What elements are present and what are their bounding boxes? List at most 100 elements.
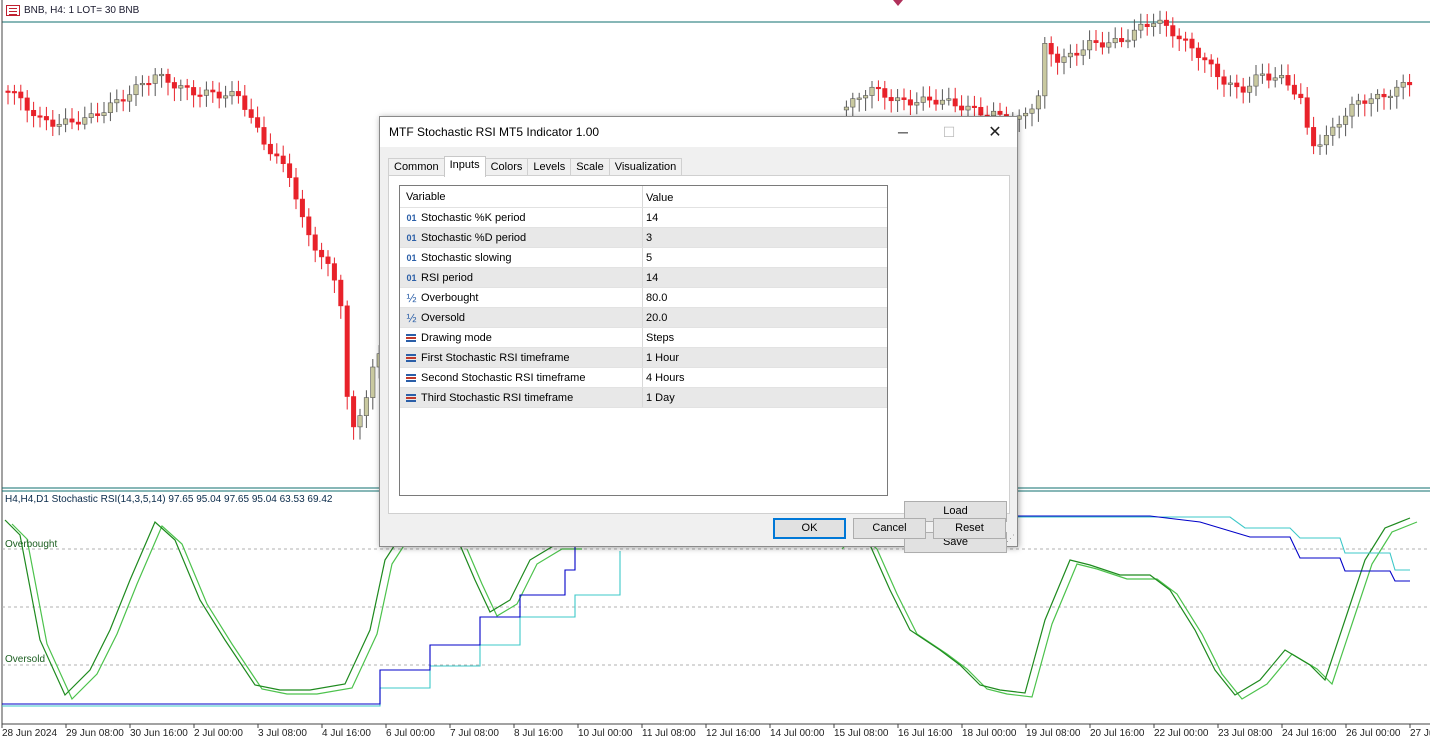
candle-body: [1279, 75, 1285, 79]
row-variable-label: Second Stochastic RSI timeframe: [421, 372, 586, 384]
candle-body: [1253, 74, 1259, 87]
row-value[interactable]: 14: [646, 208, 658, 228]
candle-body: [1304, 97, 1310, 128]
candle-body: [1023, 112, 1029, 117]
row-value[interactable]: 20.0: [646, 308, 667, 328]
candle-body: [1099, 42, 1105, 48]
time-axis-label: 27 Jul: [1410, 728, 1430, 739]
candle-body: [1400, 82, 1406, 88]
candle-body: [274, 153, 280, 157]
table-row[interactable]: Drawing mode Steps: [400, 328, 887, 348]
time-axis-label: 2 Jul 00:00: [194, 728, 243, 739]
table-row[interactable]: ½ Overbought 80.0: [400, 288, 887, 308]
candle-body: [997, 110, 1003, 115]
row-variable-label: Stochastic %D period: [421, 232, 527, 244]
candle-body: [133, 84, 139, 96]
candle-body: [344, 305, 350, 397]
row-variable: 01 RSI period: [406, 268, 473, 288]
candle-body: [1285, 75, 1291, 86]
candle-body: [255, 117, 261, 128]
candle-body: [1029, 108, 1035, 114]
candle-body: [56, 123, 62, 127]
candle-body: [203, 89, 209, 96]
row-value[interactable]: 14: [646, 268, 658, 288]
candle-body: [1125, 39, 1131, 43]
candle-body: [88, 113, 94, 118]
candle-body: [114, 99, 120, 104]
int-type-icon: 01: [406, 213, 417, 223]
minimize-icon[interactable]: ─: [880, 117, 926, 147]
row-variable-label: Stochastic slowing: [421, 252, 512, 264]
candle-body: [978, 106, 984, 116]
row-variable-label: First Stochastic RSI timeframe: [421, 352, 570, 364]
time-axis-label: 12 Jul 16:00: [706, 728, 761, 739]
table-row[interactable]: 01 Stochastic %D period 3: [400, 228, 887, 248]
candle-body: [920, 96, 926, 103]
dialog-titlebar[interactable]: MTF Stochastic RSI MT5 Indicator 1.00 ─ …: [380, 117, 1017, 147]
resize-grip-icon[interactable]: ⋰: [1006, 533, 1015, 544]
inputs-table[interactable]: Variable Value 01 Stochastic %K period 14 0…: [399, 185, 888, 496]
table-row[interactable]: 01 RSI period 14: [400, 268, 887, 288]
time-axis-label: 23 Jul 08:00: [1218, 728, 1273, 739]
table-row[interactable]: Second Stochastic RSI timeframe 4 Hours: [400, 368, 887, 388]
row-variable: 01 Stochastic %D period: [406, 228, 526, 248]
candle-body: [1176, 35, 1182, 40]
candle-body: [82, 117, 88, 125]
candle-body: [312, 234, 318, 251]
candle-body: [24, 97, 30, 111]
candle-body: [95, 113, 101, 116]
time-axis-label: 19 Jul 08:00: [1026, 728, 1081, 739]
time-axis-label: 26 Jul 00:00: [1346, 728, 1401, 739]
header-value: Value: [646, 192, 674, 204]
enum-type-icon: [406, 353, 416, 363]
candle-body: [107, 102, 113, 113]
candle-body: [75, 121, 81, 125]
candle-body: [946, 98, 952, 101]
header-variable: Variable: [406, 191, 446, 203]
candle-body: [1080, 49, 1086, 56]
candle-body: [1189, 38, 1195, 49]
row-variable-label: Overbought: [421, 292, 479, 304]
row-value[interactable]: Steps: [646, 328, 674, 348]
candle-body: [363, 397, 369, 416]
candle-body: [1202, 57, 1208, 61]
candle-body: [1112, 38, 1118, 44]
candle-body: [843, 106, 849, 111]
candle-body: [1087, 40, 1093, 51]
table-row[interactable]: First Stochastic RSI timeframe 1 Hour: [400, 348, 887, 368]
candle-body: [1381, 93, 1387, 98]
candle-body: [37, 115, 43, 118]
chart-menu-icon[interactable]: [6, 5, 20, 16]
time-axis-label: 4 Jul 16:00: [322, 728, 371, 739]
ok-button[interactable]: OK: [773, 518, 846, 539]
table-row[interactable]: ½ Oversold 20.0: [400, 308, 887, 328]
candle-body: [216, 91, 222, 99]
candle-body: [1291, 84, 1297, 95]
row-value[interactable]: 4 Hours: [646, 368, 685, 388]
reset-button[interactable]: Reset: [933, 518, 1006, 539]
row-value[interactable]: 5: [646, 248, 652, 268]
candle-body: [184, 85, 190, 88]
candle-body: [1330, 126, 1336, 136]
row-value[interactable]: 80.0: [646, 288, 667, 308]
close-icon[interactable]: ✕: [972, 117, 1018, 147]
cancel-button[interactable]: Cancel: [853, 518, 926, 539]
candle-body: [101, 112, 107, 116]
row-value[interactable]: 1 Hour: [646, 348, 679, 368]
time-axis-label: 28 Jun 2024: [2, 728, 58, 739]
candle-body: [1106, 42, 1112, 48]
row-value[interactable]: 3: [646, 228, 652, 248]
table-row[interactable]: 01 Stochastic %K period 14: [400, 208, 887, 228]
table-row[interactable]: 01 Stochastic slowing 5: [400, 248, 887, 268]
row-value[interactable]: 1 Day: [646, 388, 675, 408]
tab-bar: Common Inputs Colors Levels Scale Visual…: [388, 156, 683, 177]
candle-body: [120, 99, 126, 102]
indicator-properties-dialog[interactable]: MTF Stochastic RSI MT5 Indicator 1.00 ─ …: [379, 116, 1018, 553]
candle-body: [965, 105, 971, 111]
tab-inputs[interactable]: Inputs: [443, 156, 486, 177]
time-axis-label: 24 Jul 16:00: [1282, 728, 1337, 739]
candle-body: [287, 163, 293, 178]
table-row[interactable]: Third Stochastic RSI timeframe 1 Day: [400, 388, 887, 408]
candle-body: [18, 91, 24, 99]
candle-body: [863, 95, 869, 99]
